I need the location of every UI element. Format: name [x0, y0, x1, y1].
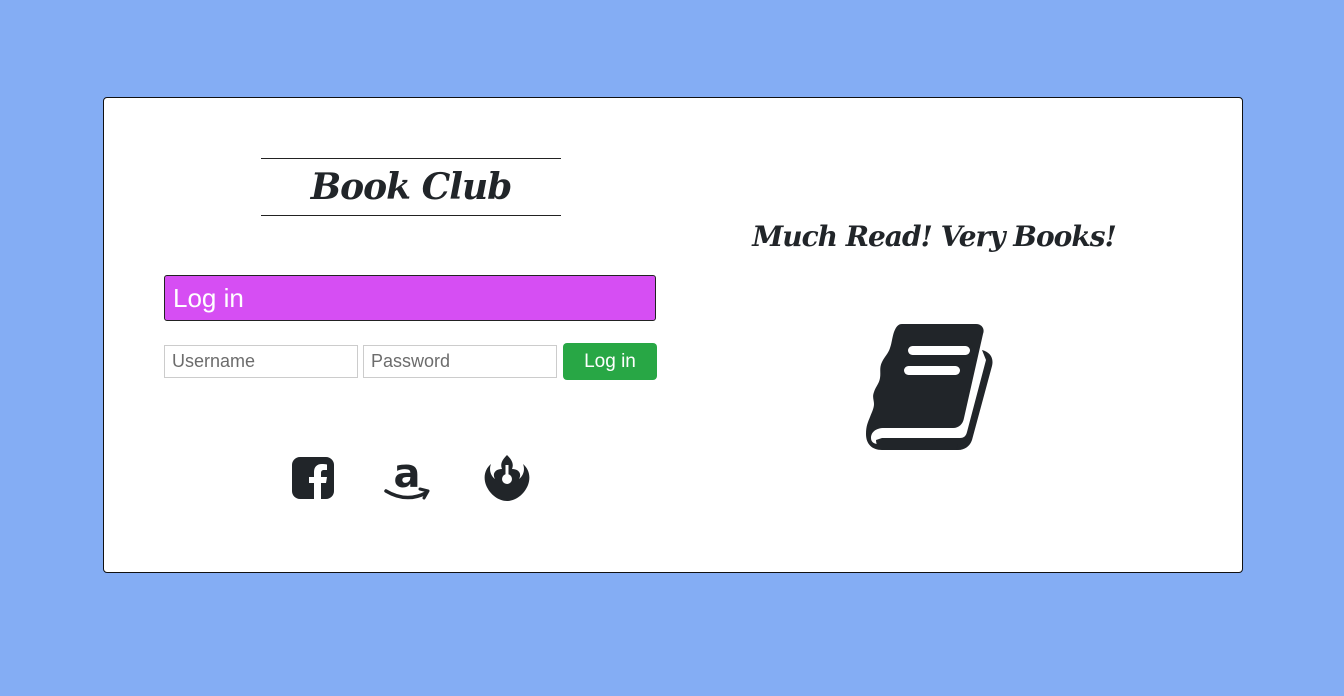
amazon-icon: a: [384, 453, 430, 500]
svg-text:a: a: [394, 453, 421, 497]
login-header: Log in: [164, 275, 656, 321]
facebook-icon: [292, 457, 334, 499]
app-title: Book Club: [310, 166, 513, 208]
book-icon: [866, 324, 993, 450]
title-banner: Book Club: [261, 158, 561, 216]
login-header-label: Log in: [173, 282, 244, 313]
login-panel: Book Club Log in Log in a: [164, 98, 658, 572]
tagline: Much Read! Very Books!: [752, 220, 1117, 253]
amazon-link[interactable]: a: [382, 453, 432, 503]
login-card: Book Club Log in Log in a: [103, 97, 1243, 573]
password-input[interactable]: [363, 345, 557, 378]
promo-panel: Much Read! Very Books!: [674, 98, 1194, 572]
username-input[interactable]: [164, 345, 358, 378]
rebel-icon: [484, 455, 530, 501]
rebel-link[interactable]: [482, 453, 532, 503]
login-button[interactable]: Log in: [563, 343, 657, 380]
facebook-link[interactable]: [288, 453, 338, 503]
login-form: Log in: [164, 343, 658, 381]
